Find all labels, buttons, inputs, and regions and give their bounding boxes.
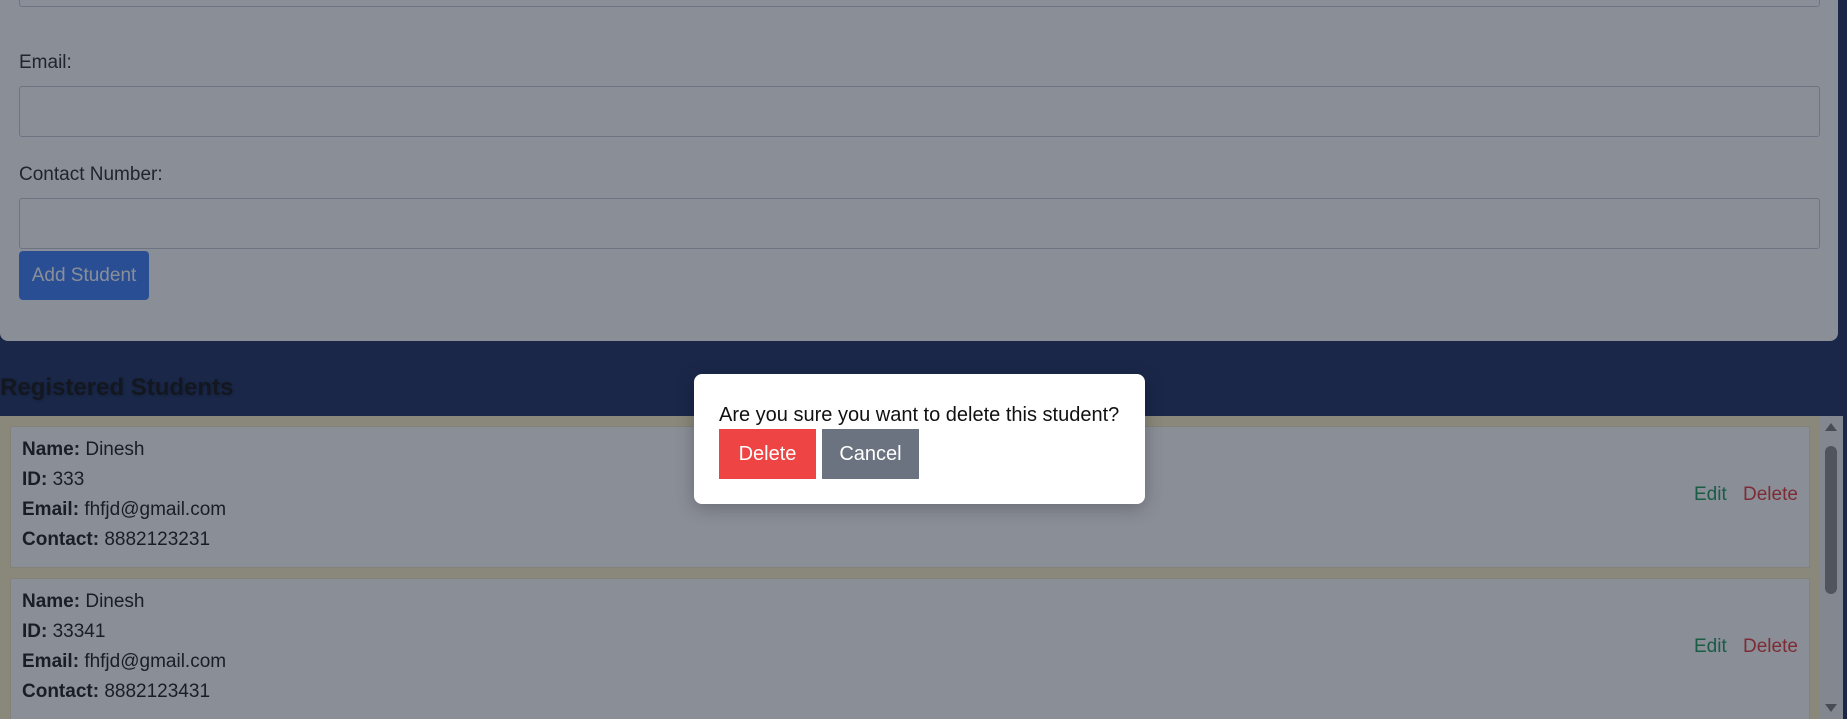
modal-backdrop[interactable] — [0, 0, 1847, 719]
delete-confirmation-dialog: Are you sure you want to delete this stu… — [694, 374, 1145, 504]
page: Email: Contact Number: Add Student Regis… — [0, 0, 1847, 719]
confirm-delete-button[interactable]: Delete — [719, 429, 816, 479]
confirmation-message: Are you sure you want to delete this stu… — [719, 404, 1120, 426]
cancel-button[interactable]: Cancel — [822, 429, 919, 479]
